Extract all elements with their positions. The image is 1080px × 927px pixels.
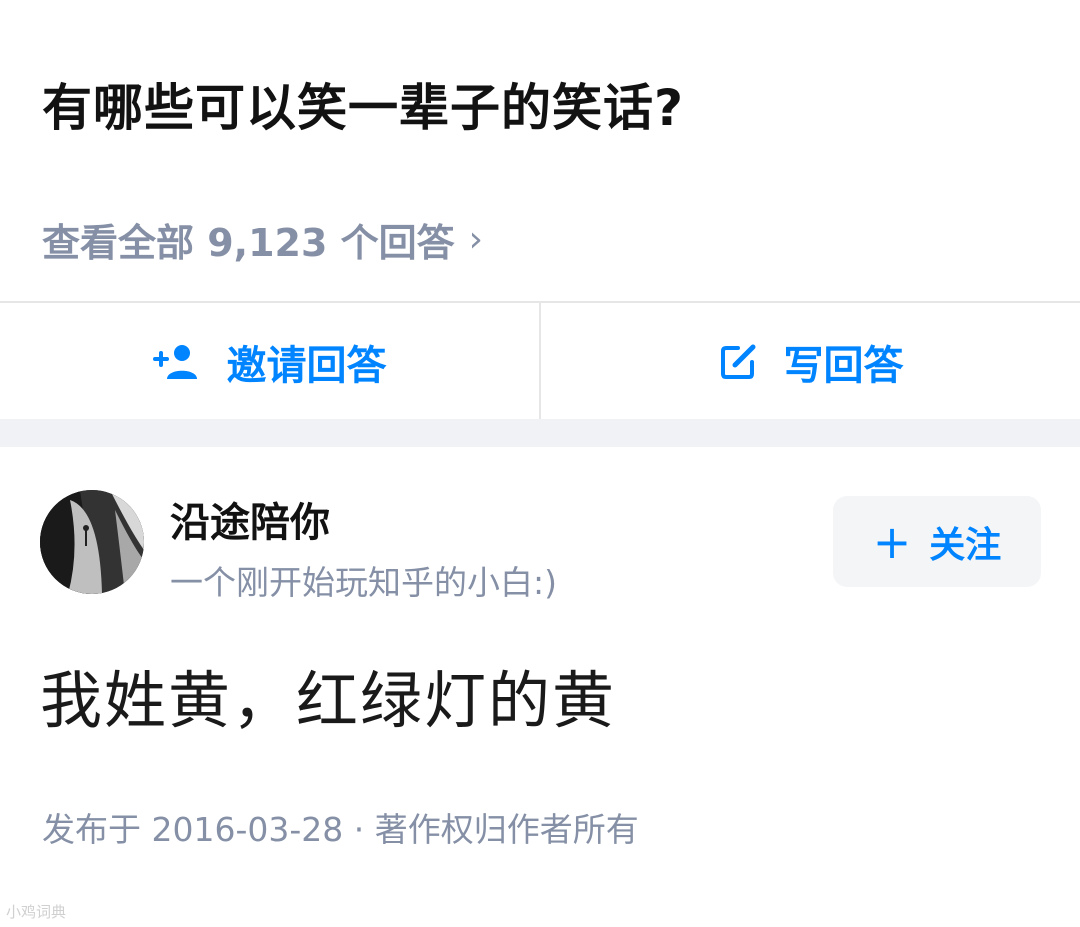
follow-button[interactable]: + 关注 [833, 496, 1041, 587]
view-all-answers-link[interactable]: 查看全部 9,123 个回答 › [42, 212, 483, 267]
write-answer-button[interactable]: 写回答 [541, 303, 1080, 421]
question-title[interactable]: 有哪些可以笑一辈子的笑话? [42, 68, 684, 140]
invite-answer-label: 邀请回答 [226, 343, 387, 389]
author-bio: 一个刚开始玩知乎的小白:) [170, 563, 557, 602]
plus-icon: + [872, 514, 912, 569]
view-all-label: 查看全部 9,123 个回答 [42, 221, 455, 265]
write-answer-label: 写回答 [783, 343, 904, 389]
answer-meta: 发布于 2016-03-28 · 著作权归作者所有 [42, 810, 639, 849]
edit-icon [720, 344, 755, 379]
add-person-icon [152, 345, 197, 379]
invite-answer-button[interactable]: 邀请回答 [0, 303, 541, 421]
author-name[interactable]: 沿途陪你 [170, 490, 330, 548]
answer-action-bar: 邀请回答 写回答 [0, 301, 1080, 421]
section-divider [0, 419, 1080, 447]
follow-label: 关注 [929, 524, 1002, 566]
answer-content[interactable]: 我姓黄，红绿灯的黄 [40, 650, 616, 740]
chevron-right-icon: › [468, 219, 484, 260]
watermark: 小鸡词典 [6, 903, 67, 921]
avatar[interactable] [40, 490, 144, 594]
